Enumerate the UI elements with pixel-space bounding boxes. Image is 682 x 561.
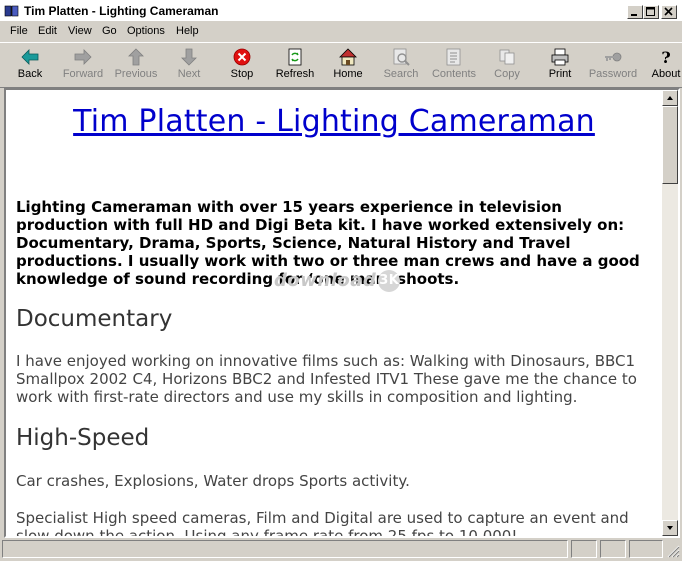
stop-icon	[233, 48, 251, 66]
watermark-text: download	[274, 270, 377, 291]
watermark-badge: 3K	[378, 270, 401, 292]
high-speed-paragraph-1: Car crashes, Explosions, Water drops Spo…	[16, 472, 410, 490]
maximize-icon	[646, 7, 655, 16]
arrow-left-icon	[21, 49, 39, 65]
scroll-thumb[interactable]	[662, 106, 678, 184]
about-button[interactable]: ? About	[640, 45, 682, 87]
minimize-button[interactable]	[627, 5, 643, 19]
password-label: Password	[588, 68, 638, 80]
arrow-up-icon	[128, 48, 144, 66]
forward-button[interactable]: Forward	[57, 45, 109, 87]
menu-bar: File Edit View Go Options Help	[0, 22, 682, 41]
stop-label: Stop	[230, 68, 254, 80]
status-pane-1	[571, 540, 597, 558]
stop-button[interactable]: Stop	[216, 45, 268, 87]
menu-file[interactable]: File	[10, 25, 28, 37]
svg-text:?: ?	[661, 48, 670, 66]
menu-go[interactable]: Go	[102, 25, 117, 37]
scroll-down-button[interactable]	[662, 520, 678, 536]
refresh-label: Refresh	[275, 68, 315, 80]
section-heading-high-speed: High-Speed	[16, 425, 150, 451]
menu-edit[interactable]: Edit	[38, 25, 57, 37]
minimize-icon	[631, 14, 637, 16]
print-button[interactable]: Print	[534, 45, 586, 87]
window-title: Tim Platten - Lighting Cameraman	[24, 4, 219, 18]
title-bar: Tim Platten - Lighting Cameraman	[0, 0, 682, 22]
search-label: Search	[383, 68, 419, 80]
back-button[interactable]: Back	[4, 45, 56, 87]
page-title-link[interactable]: Tim Platten - Lighting Cameraman	[6, 104, 662, 139]
scroll-up-icon	[667, 96, 673, 100]
home-icon	[339, 48, 357, 66]
section-heading-documentary: Documentary	[16, 306, 173, 332]
download-watermark: download 3K	[274, 270, 401, 292]
vertical-scrollbar[interactable]	[662, 90, 678, 536]
arrow-right-icon	[74, 49, 92, 65]
close-button[interactable]	[661, 5, 677, 19]
search-button[interactable]: Search	[375, 45, 427, 87]
previous-label: Previous	[114, 68, 158, 80]
toolbar: Back Forward Previous Next Stop Refresh …	[0, 42, 682, 88]
print-icon	[551, 48, 569, 66]
refresh-button[interactable]: Refresh	[269, 45, 321, 87]
maximize-button[interactable]	[643, 5, 659, 19]
key-icon	[605, 52, 622, 62]
status-pane-3	[629, 540, 663, 558]
forward-label: Forward	[62, 68, 104, 80]
high-speed-paragraph-2: Specialist High speed cameras, Film and …	[16, 509, 629, 536]
documentary-paragraph: I have enjoyed working on innovative fil…	[16, 352, 637, 406]
help-viewer-window: Tim Platten - Lighting Cameraman File Ed…	[0, 0, 682, 561]
refresh-icon	[288, 48, 302, 66]
arrow-down-icon	[181, 48, 197, 66]
resize-grip-icon[interactable]	[666, 544, 680, 558]
home-button[interactable]: Home	[322, 45, 374, 87]
contents-button[interactable]: Contents	[428, 45, 480, 87]
contents-label: Contents	[431, 68, 477, 80]
copy-label: Copy	[494, 68, 520, 80]
close-icon	[664, 7, 673, 16]
contents-icon	[446, 48, 461, 66]
help-icon: ?	[661, 48, 670, 66]
menu-help[interactable]: Help	[176, 25, 199, 37]
menu-options[interactable]: Options	[127, 25, 165, 37]
page-content: Tim Platten - Lighting Cameraman Lightin…	[6, 90, 662, 536]
scroll-down-icon	[667, 526, 673, 530]
status-bar	[0, 540, 682, 561]
copy-icon	[499, 49, 515, 65]
search-icon	[393, 48, 410, 66]
back-label: Back	[17, 68, 43, 80]
scroll-up-button[interactable]	[662, 90, 678, 106]
next-label: Next	[177, 68, 201, 80]
print-label: Print	[548, 68, 572, 80]
status-pane-2	[600, 540, 626, 558]
content-frame: Tim Platten - Lighting Cameraman Lightin…	[4, 88, 680, 538]
about-label: About	[651, 68, 681, 80]
home-label: Home	[333, 68, 363, 80]
copy-button[interactable]: Copy	[481, 45, 533, 87]
previous-button[interactable]: Previous	[110, 45, 162, 87]
menu-view[interactable]: View	[68, 25, 92, 37]
status-pane-main	[2, 540, 568, 558]
book-icon	[4, 5, 19, 17]
next-button[interactable]: Next	[163, 45, 215, 87]
password-button[interactable]: Password	[587, 45, 639, 87]
